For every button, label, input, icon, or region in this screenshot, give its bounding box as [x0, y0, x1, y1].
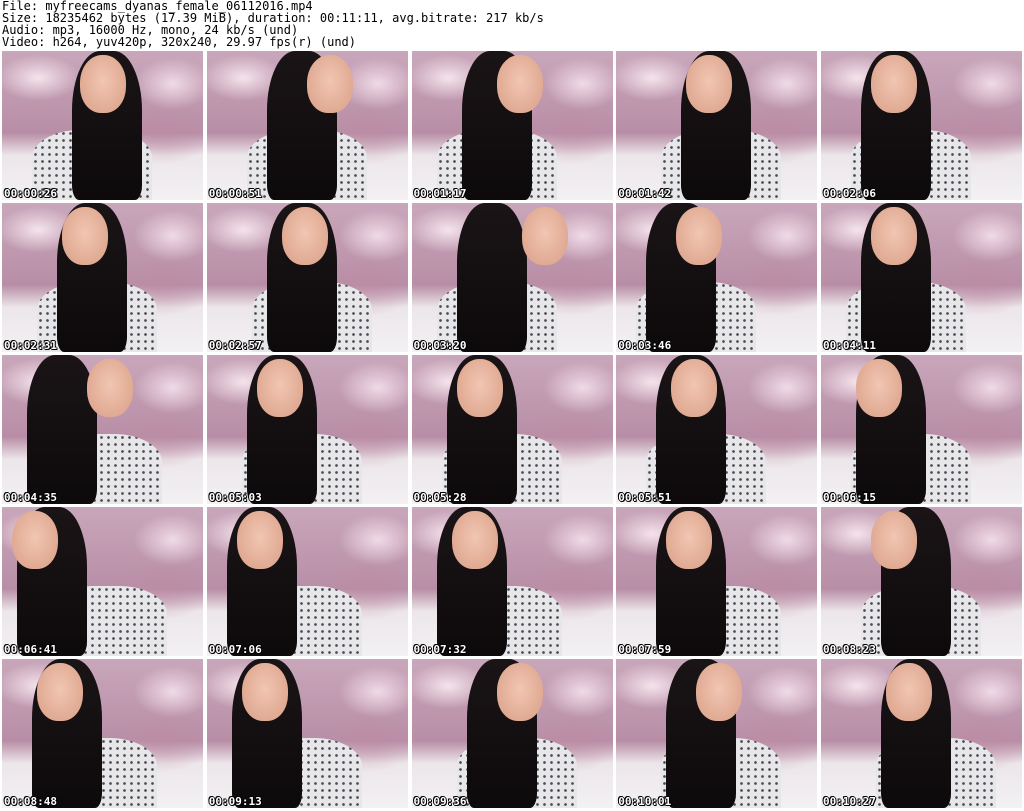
video-thumbnail: 00:03:46: [616, 203, 818, 352]
thumbnail-timestamp: 00:03:46: [618, 339, 672, 352]
video-thumbnail: 00:00:26: [2, 51, 203, 200]
video-thumbnail: 00:10:27: [821, 659, 1022, 808]
thumbnail-timestamp: 00:00:51: [208, 187, 262, 200]
face-region: [12, 511, 58, 569]
face-region: [871, 511, 917, 569]
face-region: [306, 55, 353, 113]
video-thumbnail: 00:05:28: [411, 355, 613, 504]
thumbnail-timestamp: 00:06:15: [823, 491, 876, 504]
thumbnail-timestamp: 00:05:28: [413, 491, 467, 504]
thumbnail-timestamp: 00:05:03: [208, 491, 262, 504]
face-region: [241, 663, 288, 721]
video-thumbnail: 00:06:41: [2, 507, 203, 656]
hair-region: [27, 355, 97, 504]
face-region: [496, 663, 543, 721]
face-region: [80, 55, 126, 113]
face-region: [856, 359, 902, 417]
face-region: [236, 511, 283, 569]
face-region: [451, 511, 498, 569]
video-thumbnail: 00:08:23: [821, 507, 1022, 656]
video-thumbnail: 00:07:06: [206, 507, 408, 656]
thumbnail-grid: 00:00:26 00:00:51 00:01:17 00:01:42 00:02:06…: [2, 51, 1022, 808]
video-thumbnail: 00:05:03: [206, 355, 408, 504]
video-thumbnail: 00:00:51: [206, 51, 408, 200]
video-thumbnail: 00:08:48: [2, 659, 203, 808]
video-thumbnail: 00:03:20: [411, 203, 613, 352]
face-region: [456, 359, 503, 417]
thumbnail-timestamp: 00:09:36: [413, 795, 467, 808]
video-thumbnail: 00:10:01: [616, 659, 818, 808]
face-region: [666, 511, 713, 569]
video-thumbnail: 00:02:57: [206, 203, 408, 352]
face-region: [671, 359, 718, 417]
thumbnail-timestamp: 00:10:01: [618, 795, 672, 808]
thumbnail-timestamp: 00:01:42: [618, 187, 672, 200]
thumbnail-timestamp: 00:07:06: [208, 643, 262, 656]
thumbnail-timestamp: 00:06:41: [4, 643, 57, 656]
thumbnail-timestamp: 00:02:31: [4, 339, 57, 352]
thumbnail-timestamp: 00:04:11: [823, 339, 876, 352]
face-region: [37, 663, 83, 721]
face-region: [696, 663, 743, 721]
face-region: [496, 55, 543, 113]
face-region: [256, 359, 303, 417]
video-thumbnail: 00:01:42: [616, 51, 818, 200]
thumbnail-timestamp: 00:01:17: [413, 187, 467, 200]
face-region: [871, 55, 917, 113]
thumbnail-timestamp: 00:08:48: [4, 795, 57, 808]
face-region: [521, 207, 568, 265]
video-thumbnail: 00:01:17: [411, 51, 613, 200]
face-region: [62, 207, 108, 265]
face-region: [871, 207, 917, 265]
thumbnail-timestamp: 00:07:32: [413, 643, 467, 656]
face-region: [281, 207, 328, 265]
thumbnail-timestamp: 00:00:26: [4, 187, 57, 200]
video-info-line: Video: h264, yuv420p, 320x240, 29.97 fps…: [2, 35, 357, 49]
face-region: [87, 359, 133, 417]
thumbnail-timestamp: 00:07:59: [618, 643, 672, 656]
video-thumbnail: 00:07:32: [411, 507, 613, 656]
video-thumbnail: 00:02:31: [2, 203, 203, 352]
video-thumbnail: 00:09:13: [206, 659, 408, 808]
thumbnail-timestamp: 00:05:51: [618, 491, 672, 504]
video-thumbnail: 00:04:35: [2, 355, 203, 504]
thumbnail-timestamp: 00:03:20: [413, 339, 467, 352]
video-thumbnail: 00:09:36: [411, 659, 613, 808]
video-thumbnail: 00:06:15: [821, 355, 1022, 504]
face-region: [676, 207, 723, 265]
thumbnail-timestamp: 00:10:27: [823, 795, 876, 808]
face-region: [886, 663, 932, 721]
thumbnail-timestamp: 00:02:06: [823, 187, 876, 200]
thumbnail-timestamp: 00:08:23: [823, 643, 876, 656]
video-thumbnail: 00:05:51: [616, 355, 818, 504]
video-thumbnail: 00:04:11: [821, 203, 1022, 352]
face-region: [686, 55, 733, 113]
thumbnail-timestamp: 00:04:35: [4, 491, 57, 504]
thumbnail-timestamp: 00:02:57: [208, 339, 262, 352]
video-thumbnail: 00:07:59: [616, 507, 818, 656]
thumbnail-timestamp: 00:09:13: [208, 795, 262, 808]
file-info-header: File: myfreecams_dyanas_female_06112016.…: [2, 0, 1022, 48]
hair-region: [456, 203, 527, 352]
video-thumbnail: 00:02:06: [821, 51, 1022, 200]
